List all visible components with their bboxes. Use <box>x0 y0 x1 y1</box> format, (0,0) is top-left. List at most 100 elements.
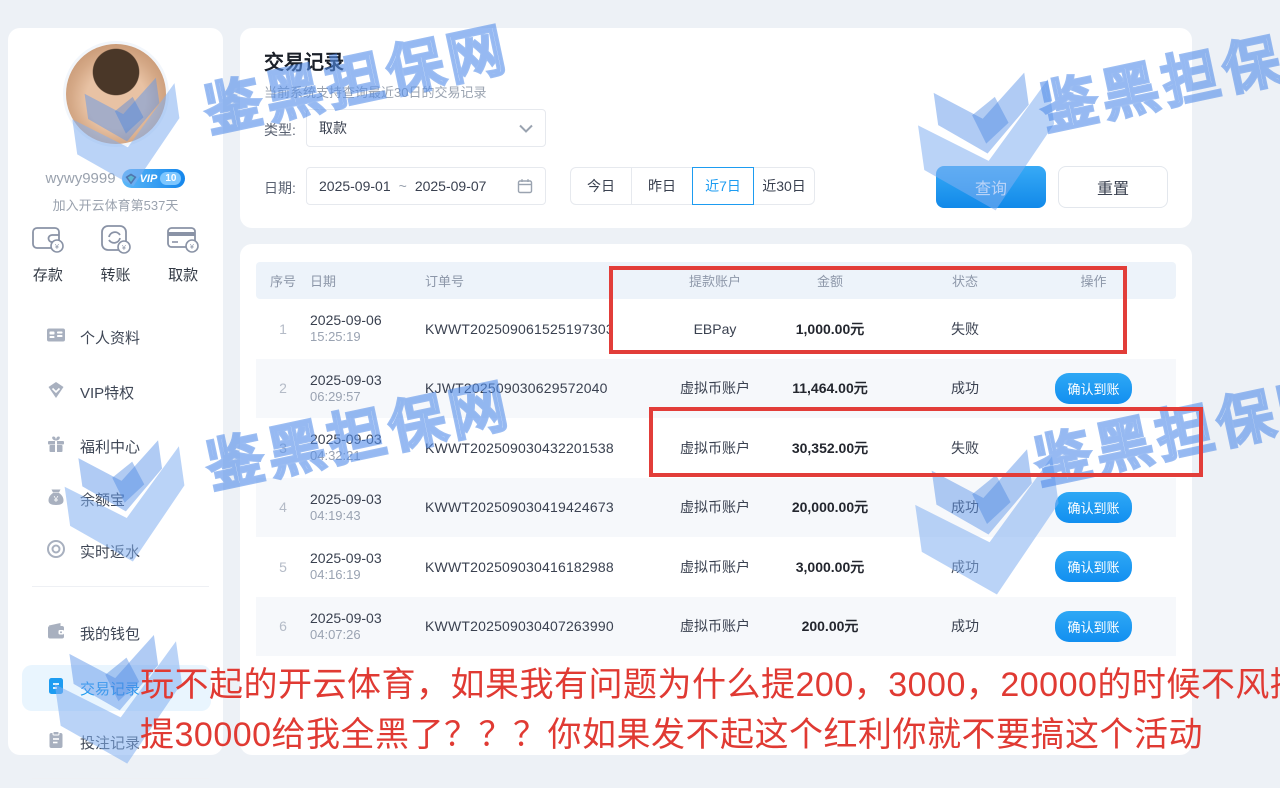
cell-index: 5 <box>256 559 310 575</box>
table-header: 序号日期订单号提款账户金额状态操作 <box>256 262 1176 299</box>
range-preset-今日[interactable]: 今日 <box>570 167 632 205</box>
sidebar-item-welfare[interactable]: 福利中心 <box>22 423 211 469</box>
cell-order-number: KWWT202509061525197303 <box>425 321 655 337</box>
cell-index: 6 <box>256 618 310 634</box>
date-end: 2025-09-07 <box>415 178 487 194</box>
cell-withdraw-account: 虚拟币账户 <box>655 438 775 458</box>
sidebar-item-label: 个人资料 <box>80 327 140 348</box>
svg-text:¥: ¥ <box>55 244 59 251</box>
column-header: 金额 <box>775 271 885 290</box>
range-preset-近7日[interactable]: 近7日 <box>692 167 754 205</box>
table-row: 3 2025-09-0304:32:21 KWWT202509030432201… <box>256 418 1176 478</box>
cell-index: 2 <box>256 380 310 396</box>
sidebar-item-label: 实时返水 <box>80 541 140 562</box>
vip-level: 10 <box>160 172 181 185</box>
query-button[interactable]: 查询 <box>936 166 1046 208</box>
cell-order-number: KJWT202509030629572040 <box>425 380 655 396</box>
cell-status: 失败 <box>885 319 1045 339</box>
rebate-icon <box>46 539 66 564</box>
range-preset-昨日[interactable]: 昨日 <box>631 167 693 205</box>
cell-withdraw-account: 虚拟币账户 <box>655 378 775 398</box>
cell-amount: 3,000.00元 <box>775 557 885 577</box>
sidebar-item-wallet[interactable]: 我的钱包 <box>22 610 211 656</box>
column-header: 序号 <box>256 271 310 290</box>
cell-index: 4 <box>256 499 310 515</box>
date-range-presets: 今日昨日近7日近30日 <box>570 167 815 205</box>
sidebar-item-yuebao[interactable]: ¥ 余额宝 <box>22 476 211 522</box>
quick-action-transfer[interactable]: ¥ 转账 <box>98 224 132 285</box>
transfer-icon: ¥ <box>98 224 132 259</box>
cell-amount: 1,000.00元 <box>775 319 885 339</box>
filter-panel: 交易记录 当前系统支持查询最近30日的交易记录 类型: 取款 日期: 2025-… <box>240 28 1192 228</box>
sidebar-item-betting[interactable]: 投注记录 <box>22 719 211 765</box>
cell-order-number: KWWT202509030432201538 <box>425 440 655 456</box>
calendar-icon <box>517 178 533 194</box>
sidebar-item-label: 我的钱包 <box>80 623 140 644</box>
confirm-received-button[interactable]: 确认到账 <box>1055 551 1131 582</box>
document-icon <box>46 676 66 701</box>
date-start: 2025-09-01 <box>319 178 391 194</box>
cell-date: 2025-09-0304:32:21 <box>310 430 425 465</box>
table-row: 5 2025-09-0304:16:19 KWWT202509030416182… <box>256 537 1176 597</box>
cell-order-number: KWWT202509030416182988 <box>425 559 655 575</box>
cell-date: 2025-09-0304:19:43 <box>310 490 425 525</box>
cell-index: 1 <box>256 321 310 337</box>
vip-gem-icon <box>125 173 137 185</box>
type-select-value: 取款 <box>319 118 347 138</box>
table-row: 4 2025-09-0304:19:43 KWWT202509030419424… <box>256 478 1176 538</box>
sidebar-item-rebate[interactable]: 实时返水 <box>22 528 211 574</box>
cell-withdraw-account: 虚拟币账户 <box>655 497 775 517</box>
svg-text:¥: ¥ <box>123 245 127 252</box>
cell-withdraw-account: EBPay <box>655 321 775 337</box>
table-row: 1 2025-09-0615:25:19 KWWT202509061525197… <box>256 299 1176 359</box>
cell-action: 确认到账 <box>1045 373 1176 404</box>
quick-action-label: 存款 <box>33 264 63 285</box>
chevron-down-icon <box>519 124 533 133</box>
vip-gem-icon <box>46 380 66 405</box>
cell-order-number: KWWT202509030407263990 <box>425 618 655 634</box>
sidebar-item-transactions[interactable]: 交易记录 <box>22 665 211 711</box>
username: wywy9999 <box>46 170 116 187</box>
table-row: 6 2025-09-0304:07:26 KWWT202509030407263… <box>256 597 1176 657</box>
sidebar-item-label: 投注记录 <box>80 732 140 753</box>
vip-label: VIP <box>140 173 158 185</box>
gift-icon <box>46 434 66 459</box>
cell-status: 失败 <box>885 438 1045 458</box>
cell-action: 确认到账 <box>1045 551 1176 582</box>
sidebar-item-vip[interactable]: VIP特权 <box>22 369 211 415</box>
cell-action: 确认到账 <box>1045 611 1176 642</box>
cell-withdraw-account: 虚拟币账户 <box>655 557 775 577</box>
sidebar-item-profile[interactable]: 个人资料 <box>22 314 211 360</box>
column-header: 状态 <box>885 271 1045 290</box>
quick-action-withdraw[interactable]: ¥ 取款 <box>166 224 200 285</box>
cell-date: 2025-09-0306:29:57 <box>310 371 425 406</box>
type-select[interactable]: 取款 <box>306 109 546 147</box>
confirm-received-button[interactable]: 确认到账 <box>1055 611 1131 642</box>
money-pouch-icon: ¥ <box>46 487 66 512</box>
cell-order-number: KWWT202509030419424673 <box>425 499 655 515</box>
sidebar: wywy9999 VIP 10 加入开云体育第537天 ¥ 存款¥ 转账¥ 取款… <box>8 28 223 755</box>
cell-withdraw-account: 虚拟币账户 <box>655 616 775 636</box>
date-range-input[interactable]: 2025-09-01 ~ 2025-09-07 <box>306 167 546 205</box>
quick-action-deposit[interactable]: ¥ 存款 <box>31 224 65 285</box>
quick-actions: ¥ 存款 ¥ 转账 ¥ 取款 <box>14 224 217 285</box>
table-row: 2 2025-09-0306:29:57 KJWT202509030629572… <box>256 359 1176 419</box>
column-header: 操作 <box>1045 271 1176 290</box>
sidebar-item-label: 余额宝 <box>80 489 125 510</box>
vip-badge: VIP 10 <box>122 169 186 188</box>
withdraw-icon: ¥ <box>166 224 200 259</box>
confirm-received-button[interactable]: 确认到账 <box>1055 373 1131 404</box>
date-label: 日期: <box>264 178 296 198</box>
id-card-icon <box>46 325 66 350</box>
avatar <box>66 44 166 144</box>
transactions-panel: 序号日期订单号提款账户金额状态操作 1 2025-09-0615:25:19 K… <box>240 244 1192 755</box>
confirm-received-button[interactable]: 确认到账 <box>1055 492 1131 523</box>
page-title: 交易记录 <box>264 46 344 75</box>
date-separator: ~ <box>399 178 407 194</box>
cell-date: 2025-09-0304:07:26 <box>310 609 425 644</box>
column-header: 日期 <box>310 271 425 290</box>
reset-button[interactable]: 重置 <box>1058 166 1168 208</box>
cell-amount: 20,000.00元 <box>775 497 885 517</box>
deposit-icon: ¥ <box>31 224 65 259</box>
range-preset-近30日[interactable]: 近30日 <box>753 167 815 205</box>
